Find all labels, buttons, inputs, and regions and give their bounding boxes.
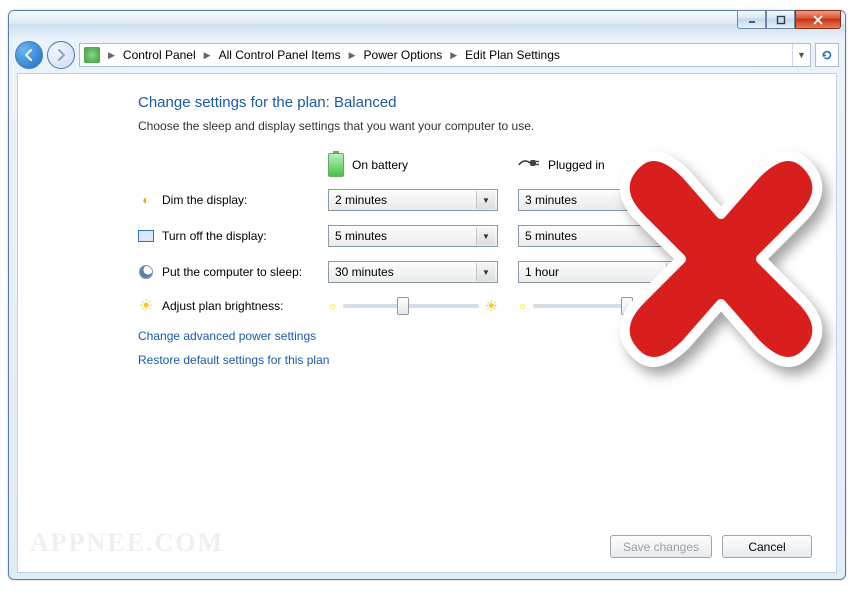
sleep-plugged-dropdown[interactable]: 1 hour <box>518 261 688 283</box>
window-controls <box>737 10 841 29</box>
row-dim-display: ◐ Dim the display: 2 minutes 3 minutes <box>138 189 808 211</box>
slider-track <box>343 304 478 308</box>
row-label: ◐ Dim the display: <box>138 192 328 208</box>
off-battery-value: 5 minutes <box>335 229 387 243</box>
row-bright-label: Adjust plan brightness: <box>162 299 283 313</box>
row-label: Put the computer to sleep: <box>138 264 328 280</box>
content-pane: Change settings for the plan: Balanced C… <box>17 73 837 573</box>
col-on-battery-label: On battery <box>352 158 408 172</box>
slider-thumb[interactable] <box>621 297 633 315</box>
page-heading: Change settings for the plan: Balanced <box>138 94 808 111</box>
sun-small-icon: ☼ <box>328 301 337 312</box>
window-frame: ▶ Control Panel ▶ All Control Panel Item… <box>8 10 846 580</box>
row-label: ☀ Adjust plan brightness: <box>138 298 328 314</box>
row-turn-off-display: Turn off the display: 5 minutes 5 minute… <box>138 225 808 247</box>
address-dropdown-icon[interactable]: ▼ <box>792 44 810 66</box>
titlebar <box>9 11 845 39</box>
breadcrumb-item[interactable]: Power Options <box>364 48 443 62</box>
address-bar[interactable]: ▶ Control Panel ▶ All Control Panel Item… <box>79 43 811 67</box>
columns-header: On battery Plugged in <box>328 153 808 177</box>
sun-large-icon: ☀ <box>485 297 498 315</box>
moon-icon <box>138 264 154 280</box>
battery-icon <box>328 153 344 177</box>
cancel-button[interactable]: Cancel <box>722 535 812 558</box>
off-plugged-dropdown[interactable]: 5 minutes <box>518 225 688 247</box>
sleep-battery-dropdown[interactable]: 30 minutes <box>328 261 498 283</box>
dim-plugged-dropdown[interactable]: 3 minutes <box>518 189 688 211</box>
restore-defaults-link[interactable]: Restore default settings for this plan <box>138 353 808 367</box>
row-off-label: Turn off the display: <box>162 229 267 243</box>
nav-forward-button[interactable] <box>47 41 75 69</box>
dim-plugged-value: 3 minutes <box>525 193 577 207</box>
watermark-text: APPNEE.COM <box>30 528 224 558</box>
breadcrumb-sep-icon: ▶ <box>108 50 115 61</box>
plug-icon <box>518 156 540 175</box>
row-brightness: ☀ Adjust plan brightness: ☼ ☀ ☼ ☀ <box>138 297 808 315</box>
minimize-button[interactable] <box>737 10 766 29</box>
sleep-battery-value: 30 minutes <box>335 265 394 279</box>
page-subtext: Choose the sleep and display settings th… <box>138 119 808 133</box>
row-dim-label: Dim the display: <box>162 193 247 207</box>
breadcrumb-sep-icon: ▶ <box>349 50 356 61</box>
save-changes-button[interactable]: Save changes <box>610 535 712 558</box>
dim-icon: ◐ <box>138 192 154 208</box>
close-button[interactable] <box>795 10 841 29</box>
breadcrumb-sep-icon: ▶ <box>450 50 457 61</box>
col-plugged-in-label: Plugged in <box>548 158 605 172</box>
nav-row: ▶ Control Panel ▶ All Control Panel Item… <box>9 39 845 71</box>
off-plugged-value: 5 minutes <box>525 229 577 243</box>
col-on-battery: On battery <box>328 153 498 177</box>
slider-thumb[interactable] <box>397 297 409 315</box>
breadcrumb-item[interactable]: All Control Panel Items <box>219 48 341 62</box>
off-battery-dropdown[interactable]: 5 minutes <box>328 225 498 247</box>
row-sleep: Put the computer to sleep: 30 minutes 1 … <box>138 261 808 283</box>
col-plugged-in: Plugged in <box>518 153 688 177</box>
maximize-button[interactable] <box>766 10 795 29</box>
dim-battery-dropdown[interactable]: 2 minutes <box>328 189 498 211</box>
sun-small-icon: ☼ <box>518 301 527 312</box>
brightness-plugged-slider[interactable]: ☼ ☀ <box>518 297 688 315</box>
sun-large-icon: ☀ <box>675 297 688 315</box>
breadcrumb-item[interactable]: Edit Plan Settings <box>465 48 560 62</box>
sleep-plugged-value: 1 hour <box>525 265 559 279</box>
slider-track <box>533 304 668 308</box>
brightness-battery-slider[interactable]: ☼ ☀ <box>328 297 498 315</box>
refresh-button[interactable] <box>815 43 839 67</box>
dim-battery-value: 2 minutes <box>335 193 387 207</box>
control-panel-icon <box>84 47 100 63</box>
row-label: Turn off the display: <box>138 228 328 244</box>
breadcrumb-item[interactable]: Control Panel <box>123 48 196 62</box>
row-sleep-label: Put the computer to sleep: <box>162 265 302 279</box>
display-icon <box>138 228 154 244</box>
nav-back-button[interactable] <box>15 41 43 69</box>
footer-buttons: Save changes Cancel <box>610 535 812 558</box>
advanced-power-settings-link[interactable]: Change advanced power settings <box>138 329 808 343</box>
sun-icon: ☀ <box>138 298 154 314</box>
breadcrumb-sep-icon: ▶ <box>204 50 211 61</box>
